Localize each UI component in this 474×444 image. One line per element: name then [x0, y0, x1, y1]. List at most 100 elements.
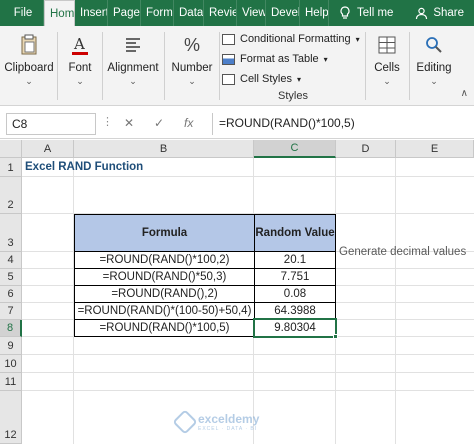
tab-view[interactable]: View [237, 0, 266, 26]
styles-group-label: Styles [278, 90, 308, 102]
table-cell-formula[interactable]: =ROUND(RAND()*100,5) [74, 319, 255, 337]
chevron-down-icon: ⌄ [76, 76, 84, 86]
watermark: exceldemy EXCEL · DATA · BI [172, 409, 260, 435]
gridline [22, 176, 474, 177]
conditional-formatting-button[interactable]: Conditional Formatting ▾ [222, 30, 364, 48]
ribbon-divider [409, 32, 410, 100]
cells-label: Cells [374, 62, 400, 74]
insert-function-icon[interactable]: fx [184, 116, 193, 130]
tab-home[interactable]: Home [44, 0, 75, 26]
tab-data[interactable]: Data [174, 0, 204, 26]
gridline [395, 158, 396, 444]
conditional-formatting-icon [222, 33, 235, 45]
row-header-9[interactable]: 9 [0, 337, 22, 355]
person-icon [416, 7, 428, 19]
svg-text:A: A [73, 35, 85, 53]
more-options-icon[interactable]: ⋮ [102, 115, 113, 128]
share-label: Share [433, 7, 464, 19]
clipboard-label: Clipboard [4, 62, 54, 74]
alignment-group[interactable]: Alignment ⌄ [104, 26, 162, 106]
formula-bar: C8 ⋮ ✕ ✓ fx =ROUND(RAND()*100,5) [0, 107, 474, 139]
format-as-table-button[interactable]: Format as Table ▾ [222, 50, 364, 68]
note-text: Generate decimal values [339, 246, 467, 258]
tab-file[interactable]: File [0, 0, 44, 26]
chevron-down-icon: ⌄ [430, 76, 438, 86]
name-box[interactable]: C8 [6, 113, 96, 135]
column-header-a[interactable]: A [22, 140, 74, 158]
cancel-icon[interactable]: ✕ [124, 116, 134, 130]
styles-group: Conditional Formatting ▾ Format as Table… [222, 26, 364, 106]
column-header-e[interactable]: E [396, 140, 474, 158]
cell-styles-icon [222, 73, 235, 85]
table-cell-formula[interactable]: =ROUND(RAND()*100,2) [74, 251, 255, 269]
dropdown-arrow-icon: ▾ [323, 54, 328, 64]
ribbon: Clipboard ⌄ A Font ⌄ Alignment ⌄ % Numbe… [0, 26, 474, 106]
row-header-4[interactable]: 4 [0, 252, 22, 269]
table-cell-formula[interactable]: =ROUND(RAND()*50,3) [74, 268, 255, 286]
conditional-formatting-label: Conditional Formatting [240, 33, 351, 45]
table-cell-value[interactable]: 20.1 [254, 251, 336, 269]
share-button[interactable]: Share [415, 0, 474, 26]
tab-insert[interactable]: Insert [75, 0, 108, 26]
editing-label: Editing [416, 62, 452, 74]
active-cell-selection [253, 318, 337, 338]
tab-formulas[interactable]: Formu [141, 0, 174, 26]
column-header-d[interactable]: D [336, 140, 396, 158]
fill-handle[interactable] [333, 334, 338, 339]
row-header-10[interactable]: 10 [0, 355, 22, 373]
lightbulb-icon [340, 6, 350, 19]
tab-help[interactable]: Help [300, 0, 329, 26]
exceldemy-logo-icon [172, 409, 198, 435]
table-icon [222, 53, 235, 65]
row-header-2[interactable]: 2 [0, 177, 22, 214]
table-header-formula: Formula [74, 214, 255, 252]
enter-icon[interactable]: ✓ [154, 116, 164, 130]
watermark-tagline: EXCEL · DATA · BI [198, 426, 258, 432]
table-cell-formula[interactable]: =ROUND(RAND(),2) [74, 285, 255, 303]
row-header-8[interactable]: 8 [0, 320, 22, 337]
clipboard-icon [16, 32, 42, 58]
number-label: Number [171, 62, 213, 74]
watermark-name: exceldemy [198, 412, 260, 426]
row-header-11[interactable]: 11 [0, 373, 22, 391]
editing-group[interactable]: Editing ⌄ [412, 26, 456, 106]
cells-icon [374, 32, 400, 58]
table-cell-value[interactable]: 7.751 [254, 268, 336, 286]
dropdown-arrow-icon: ▾ [296, 74, 301, 84]
select-all-button[interactable] [0, 140, 22, 158]
tab-developer[interactable]: Devel [266, 0, 300, 26]
ribbon-divider [164, 32, 165, 100]
row-header-7[interactable]: 7 [0, 303, 22, 320]
tell-me-search[interactable]: Tell me [339, 0, 393, 26]
format-as-table-label: Format as Table [240, 53, 319, 65]
worksheet-grid: A B C D E 1 2 3 4 5 6 7 8 9 10 11 12 Exc… [0, 140, 474, 444]
chevron-down-icon: ⌄ [129, 76, 137, 86]
formula-input[interactable]: =ROUND(RAND()*100,5) [212, 113, 470, 135]
gridline [22, 390, 474, 391]
tab-page-layout[interactable]: Page L [108, 0, 141, 26]
sheet-title: Excel RAND Function [25, 161, 144, 173]
column-header-c[interactable]: C [254, 140, 336, 158]
table-header-random-value: Random Value [254, 214, 336, 252]
font-group[interactable]: A Font ⌄ [60, 26, 100, 106]
row-header-1[interactable]: 1 [0, 158, 22, 177]
clipboard-group[interactable]: Clipboard ⌄ [4, 26, 54, 106]
align-icon [120, 32, 146, 58]
chevron-down-icon: ⌄ [188, 76, 196, 86]
row-header-12[interactable]: 12 [0, 391, 22, 444]
number-group[interactable]: % Number ⌄ [166, 26, 218, 106]
collapse-ribbon-icon[interactable]: ∧ [461, 88, 468, 99]
tab-review[interactable]: Revie [204, 0, 237, 26]
row-header-6[interactable]: 6 [0, 286, 22, 303]
row-header-5[interactable]: 5 [0, 269, 22, 286]
column-header-b[interactable]: B [74, 140, 254, 158]
row-header-3[interactable]: 3 [0, 214, 22, 252]
chevron-down-icon: ⌄ [383, 76, 391, 86]
ribbon-divider [102, 32, 103, 100]
chevron-down-icon: ⌄ [25, 76, 33, 86]
table-cell-formula[interactable]: =ROUND(RAND()*(100-50)+50,4) [74, 302, 255, 320]
font-icon: A [67, 32, 93, 58]
table-cell-value[interactable]: 0.08 [254, 285, 336, 303]
cell-styles-button[interactable]: Cell Styles ▾ [222, 70, 364, 88]
cells-group[interactable]: Cells ⌄ [366, 26, 408, 106]
